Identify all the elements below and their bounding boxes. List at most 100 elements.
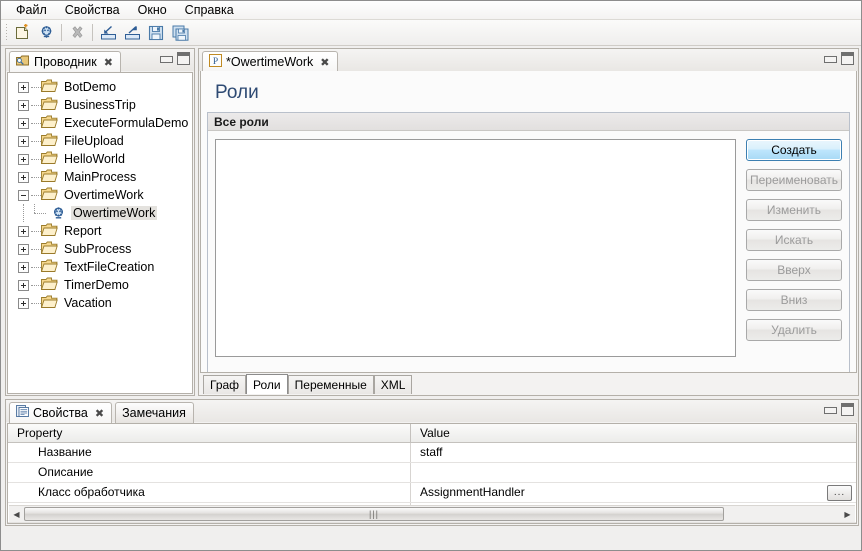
tree-item-executeformulademo[interactable]: ExecuteFormulaDemo (8, 114, 192, 132)
expand-icon[interactable] (18, 261, 29, 273)
tree-item-timerdemo[interactable]: TimerDemo (8, 276, 192, 294)
edit-button[interactable]: Изменить (746, 199, 842, 221)
tree-item-vacation[interactable]: Vacation (8, 294, 192, 312)
expand-icon[interactable] (18, 99, 29, 111)
folder-icon (40, 187, 58, 203)
menu-file[interactable]: Файл (7, 1, 56, 19)
tree-item-label: Vacation (64, 296, 112, 310)
save-all-icon[interactable] (168, 22, 192, 44)
tree-connector (31, 122, 41, 124)
explorer-panel: Проводник ✖ BotDemo BusinessTrip Execute… (5, 48, 195, 396)
expand-icon[interactable] (18, 243, 29, 255)
tree-item-label: FileUpload (64, 134, 124, 148)
tab-notes[interactable]: Замечания (115, 402, 194, 423)
tree-item-overtimework[interactable]: OvertimeWork (8, 186, 192, 204)
menu-window[interactable]: Окно (129, 1, 176, 19)
folder-icon (40, 223, 58, 239)
menu-properties[interactable]: Свойства (56, 1, 129, 19)
process-definition-icon[interactable] (34, 22, 58, 44)
scroll-left-icon[interactable]: ◀ (9, 507, 24, 522)
export-icon[interactable] (120, 22, 144, 44)
tree-item-helloworld[interactable]: HelloWorld (8, 150, 192, 168)
scrollbar-track[interactable]: ||| (24, 507, 840, 521)
properties-horizontal-scrollbar[interactable]: ◀ ||| ▶ (9, 505, 855, 522)
expand-icon[interactable] (18, 297, 29, 309)
tree-item-label: BotDemo (64, 80, 117, 94)
scroll-right-icon[interactable]: ▶ (840, 507, 855, 522)
maximize-icon[interactable] (177, 52, 190, 65)
expand-icon[interactable] (18, 171, 29, 183)
scrollbar-thumb[interactable]: ||| (24, 507, 724, 521)
expand-icon[interactable] (18, 81, 29, 93)
tab-variables[interactable]: Переменные (287, 375, 374, 394)
move-down-button[interactable]: Вниз (746, 289, 842, 311)
properties-icon (16, 405, 29, 421)
table-row[interactable]: Класс обработчика AssignmentHandler ... (8, 483, 856, 503)
properties-panel-controls (823, 403, 854, 416)
all-roles-section: Все роли Создать Переименовать Изменить … (207, 112, 850, 372)
toolbar-grip[interactable] (3, 22, 10, 43)
expand-icon[interactable] (18, 225, 29, 237)
tree-item-label: TextFileCreation (64, 260, 155, 274)
close-icon[interactable]: ✖ (320, 56, 329, 69)
expand-icon[interactable] (18, 135, 29, 147)
properties-table-header: Property Value (8, 424, 856, 443)
tab-properties[interactable]: Свойства ✖ (9, 402, 113, 423)
tree-item-mainprocess[interactable]: MainProcess (8, 168, 192, 186)
folder-icon (40, 97, 58, 113)
minimize-icon[interactable] (823, 404, 837, 416)
minimize-icon[interactable] (823, 53, 837, 65)
tree-item-botdemo[interactable]: BotDemo (8, 78, 192, 96)
svg-text:P: P (213, 57, 218, 67)
tree-item-label: Report (64, 224, 102, 238)
delete-icon[interactable] (65, 22, 89, 44)
handler-class-browse-button[interactable]: ... (827, 485, 852, 501)
process-file-icon: P (209, 54, 222, 70)
editor-tab-label: *OwertimeWork (226, 55, 314, 69)
import-icon[interactable] (96, 22, 120, 44)
tab-graph[interactable]: Граф (203, 375, 247, 394)
tree-item-label: SubProcess (64, 242, 132, 256)
table-row[interactable]: Название staff (8, 443, 856, 463)
tree-item-owertimework-process[interactable]: OwertimeWork (8, 204, 192, 222)
expand-icon[interactable] (18, 153, 29, 165)
rename-button[interactable]: Переименовать (746, 169, 842, 191)
tab-owertimework-editor[interactable]: P *OwertimeWork ✖ (202, 51, 338, 72)
expand-icon[interactable] (18, 279, 29, 291)
expand-icon[interactable] (18, 117, 29, 129)
roles-list[interactable] (215, 139, 736, 357)
move-up-button[interactable]: Вверх (746, 259, 842, 281)
tab-roles[interactable]: Роли (246, 374, 288, 394)
maximize-icon[interactable] (841, 403, 854, 416)
tree-item-report[interactable]: Report (8, 222, 192, 240)
tree-item-subprocess[interactable]: SubProcess (8, 240, 192, 258)
tree-item-label: ExecuteFormulaDemo (64, 116, 189, 130)
editor-panel-controls (823, 52, 854, 65)
table-row[interactable]: Описание (8, 463, 856, 483)
tab-xml[interactable]: XML (373, 375, 413, 394)
tree-item-textfilecreation[interactable]: TextFileCreation (8, 258, 192, 276)
tree-connector (31, 140, 41, 142)
tree-item-label: TimerDemo (64, 278, 129, 292)
tree-item-businesstrip[interactable]: BusinessTrip (8, 96, 192, 114)
save-icon[interactable] (144, 22, 168, 44)
property-name: Название (8, 443, 411, 462)
minimize-icon[interactable] (159, 53, 173, 65)
property-value[interactable]: staff (411, 443, 856, 462)
property-name: Класс обработчика (8, 483, 411, 502)
tree-item-fileupload[interactable]: FileUpload (8, 132, 192, 150)
menu-help[interactable]: Справка (176, 1, 243, 19)
property-value[interactable]: AssignmentHandler (411, 483, 856, 502)
close-icon[interactable]: ✖ (104, 56, 113, 69)
search-button[interactable]: Искать (746, 229, 842, 251)
folder-icon (40, 241, 58, 257)
maximize-icon[interactable] (841, 52, 854, 65)
editor-bottom-tabs: Граф Роли Переменные XML (200, 373, 857, 394)
new-process-icon[interactable] (10, 22, 34, 44)
close-icon[interactable]: ✖ (95, 407, 104, 420)
collapse-icon[interactable] (18, 189, 29, 201)
delete-button[interactable]: Удалить (746, 319, 842, 341)
create-button[interactable]: Создать (746, 139, 842, 161)
property-value[interactable] (411, 463, 856, 482)
tab-explorer[interactable]: Проводник ✖ (9, 51, 121, 72)
